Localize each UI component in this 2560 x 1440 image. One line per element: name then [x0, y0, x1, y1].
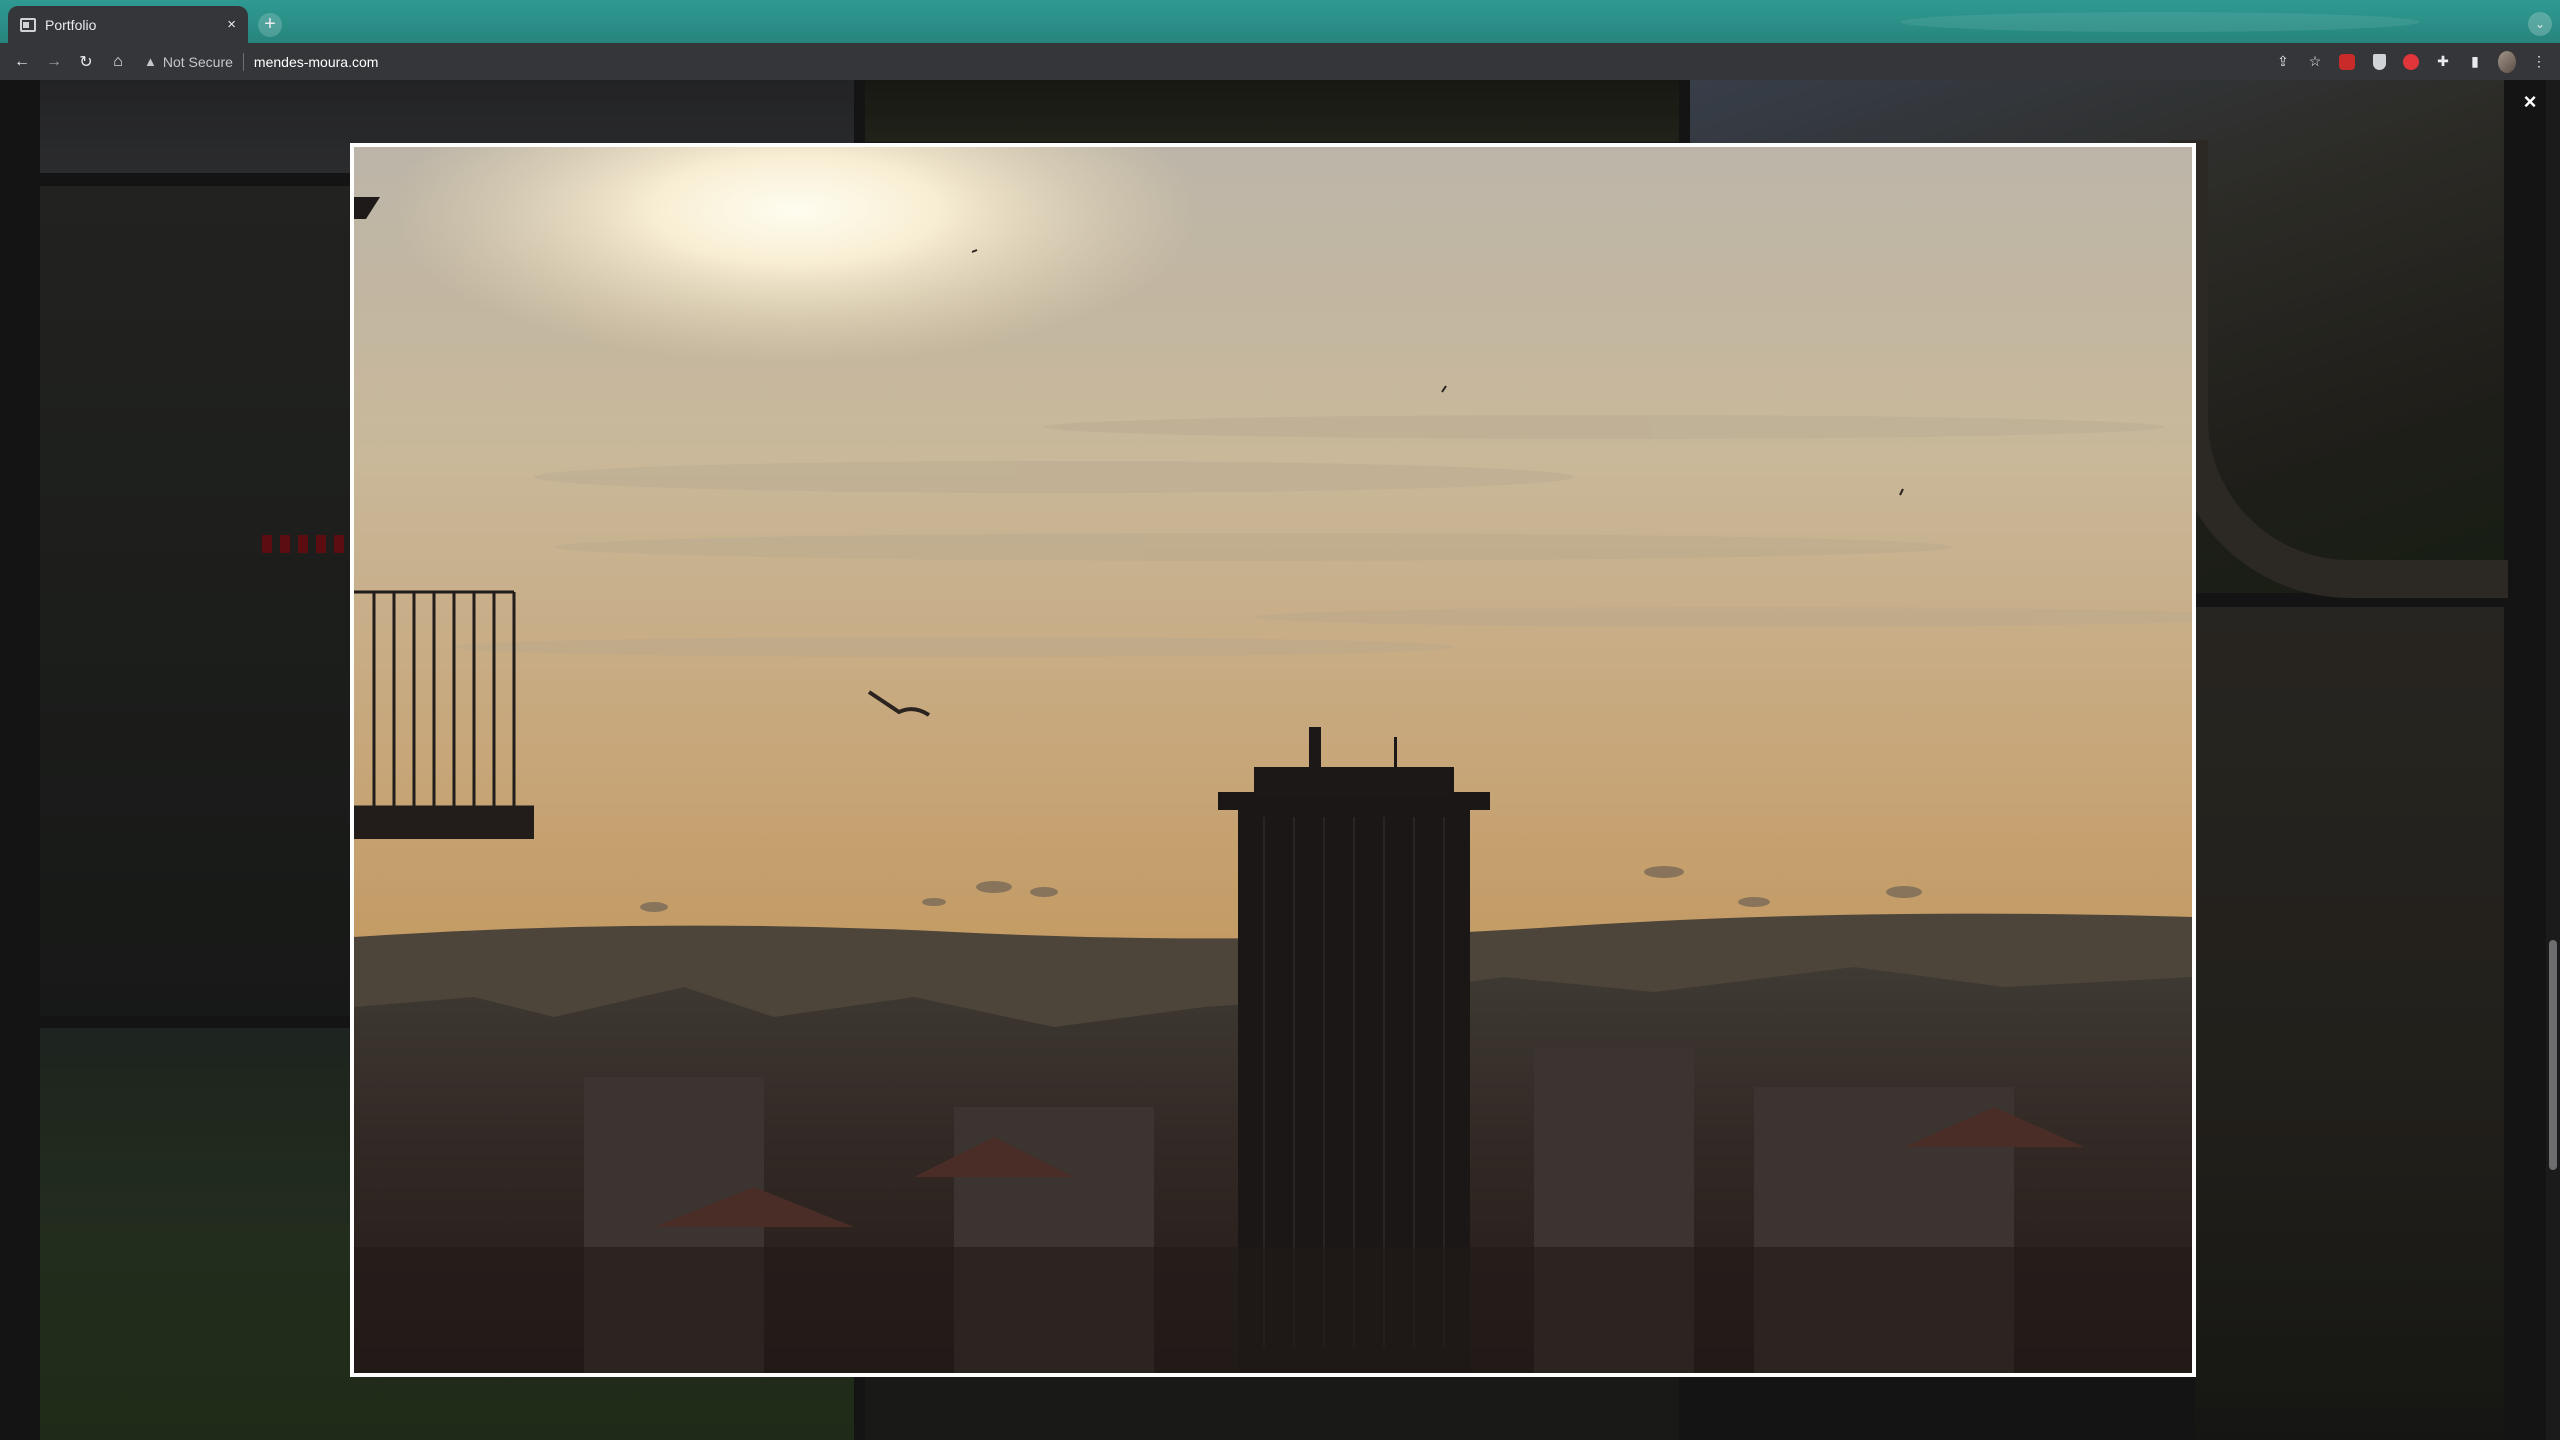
menu-kebab-icon[interactable]: ⋮ — [2530, 53, 2548, 71]
share-icon[interactable]: ⇪ — [2274, 53, 2292, 71]
url-text[interactable]: mendes-moura.com — [254, 54, 379, 70]
tab-search-chevron-icon[interactable]: ⌄ — [2528, 12, 2552, 36]
profile-avatar[interactable] — [2498, 50, 2516, 73]
page-favicon-icon — [20, 17, 36, 32]
new-tab-button[interactable]: + — [258, 13, 282, 37]
forward-arrow-icon[interactable]: → — [38, 53, 70, 71]
reload-icon[interactable]: ↻ — [70, 52, 102, 72]
tab-close-icon[interactable]: × — [227, 16, 236, 33]
tab-portfolio[interactable]: Portfolio × — [8, 6, 248, 43]
address-divider — [242, 52, 244, 71]
bookmark-star-icon[interactable]: ☆ — [2306, 53, 2324, 71]
extension-shield-icon[interactable] — [2370, 53, 2388, 71]
page-scrollbar[interactable] — [2546, 80, 2560, 1440]
security-label[interactable]: Not Secure — [163, 54, 233, 70]
sunset-city-photo — [354, 147, 2254, 1373]
scrollbar-thumb[interactable] — [2549, 940, 2557, 1170]
browser-toolbar: ← → ↻ ⌂ ▲ Not Secure mendes-moura.com ⇪ … — [0, 43, 2560, 81]
tab-title: Portfolio — [45, 16, 97, 33]
extension-red-icon[interactable] — [2338, 53, 2356, 71]
toolbar-actions: ⇪ ☆ ✚ ▮ ⋮ — [2274, 50, 2560, 73]
address-bar[interactable]: ▲ Not Secure mendes-moura.com — [144, 52, 379, 71]
extension-circle-icon[interactable] — [2402, 53, 2420, 71]
extensions-puzzle-icon[interactable]: ✚ — [2434, 53, 2452, 71]
tab-strip-decoration — [1900, 12, 2420, 32]
page-viewport: × — [0, 80, 2560, 1440]
lightbox-close-icon[interactable]: × — [2518, 90, 2542, 114]
warning-triangle-icon[interactable]: ▲ — [144, 54, 157, 69]
tab-strip: Portfolio × + ⌄ — [0, 0, 2560, 43]
side-panel-icon[interactable]: ▮ — [2466, 53, 2484, 71]
lightbox-frame — [350, 143, 2254, 1377]
back-arrow-icon[interactable]: ← — [6, 53, 38, 71]
home-icon[interactable]: ⌂ — [102, 53, 134, 71]
